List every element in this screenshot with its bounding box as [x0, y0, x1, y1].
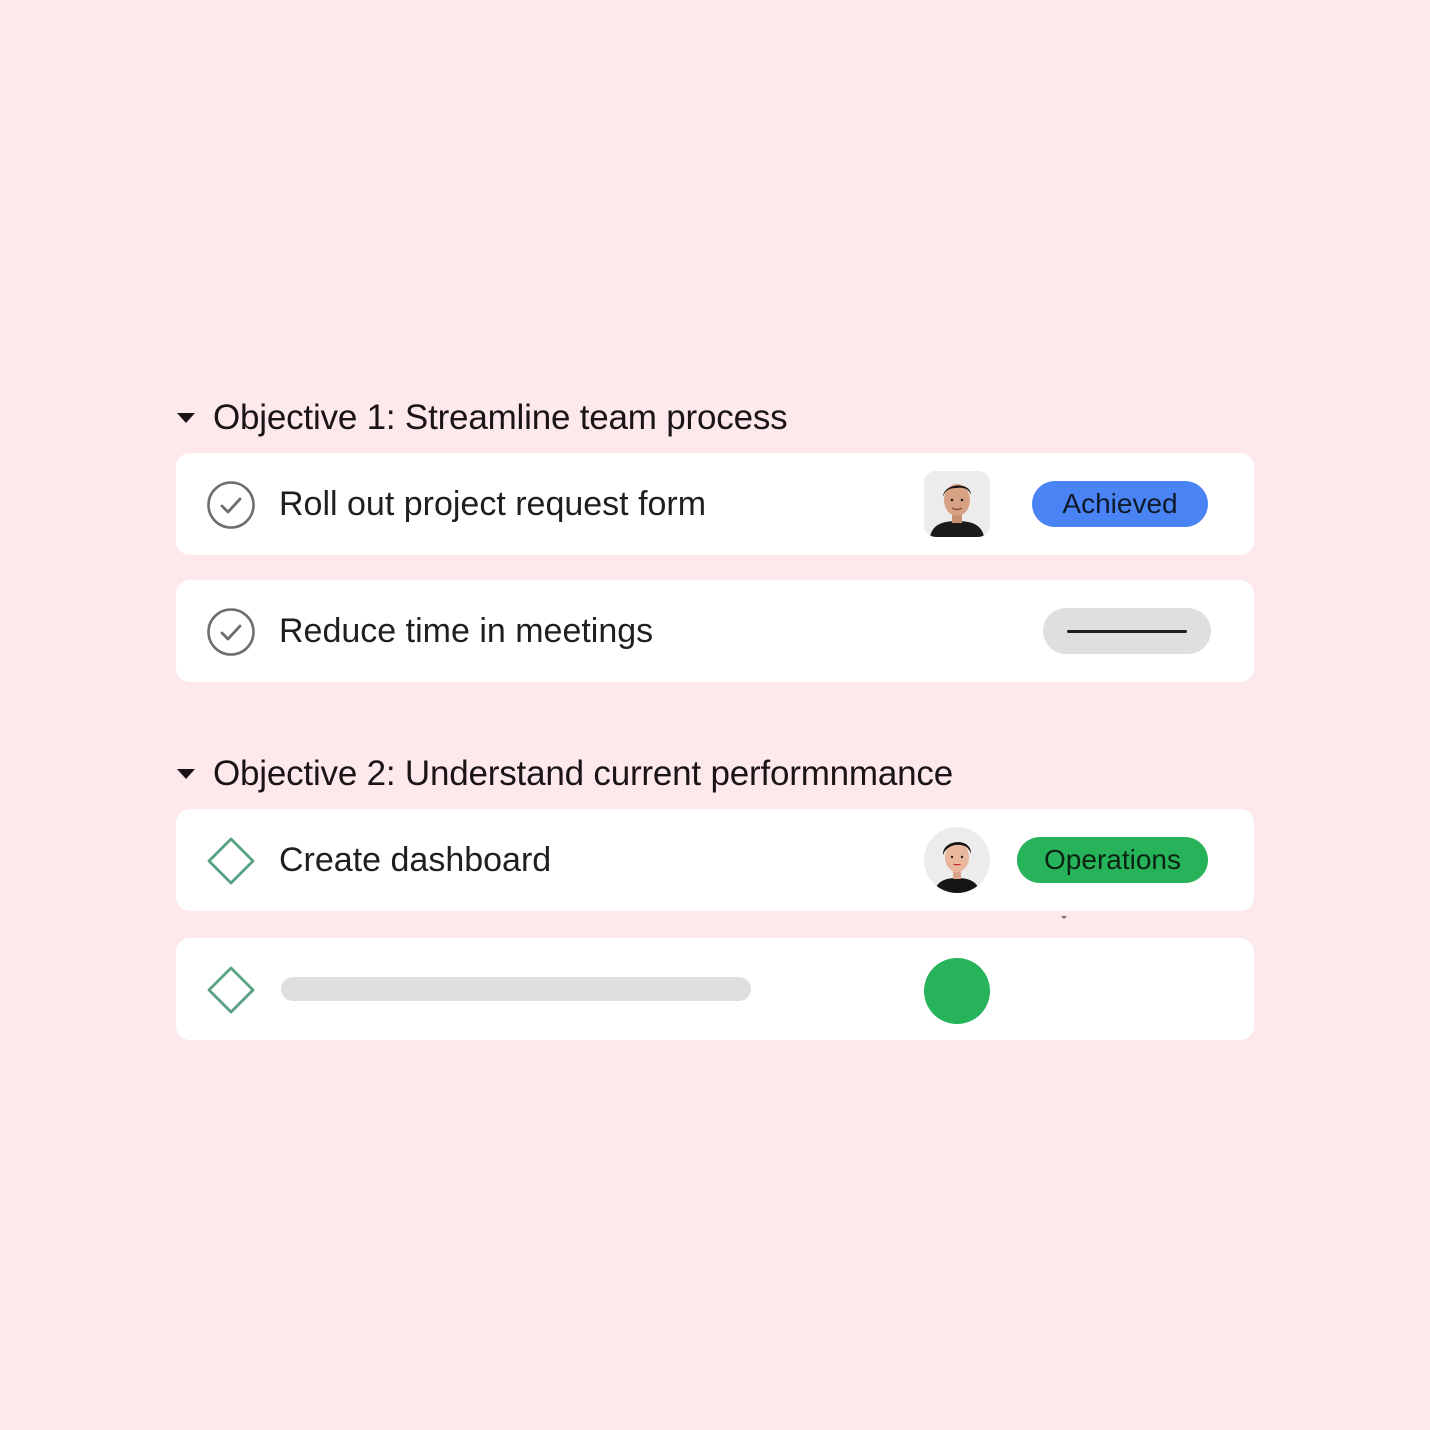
- caret-down-icon[interactable]: [177, 413, 195, 423]
- assignee-avatar[interactable]: [924, 827, 990, 893]
- key-result-row[interactable]: Roll out project request form Achieved: [176, 453, 1254, 555]
- male-avatar-icon: [924, 471, 990, 537]
- status-tag-empty[interactable]: [1043, 608, 1211, 654]
- dash-icon: [1067, 629, 1187, 633]
- diamond-icon[interactable]: [206, 965, 256, 1015]
- skeleton-title-placeholder: [281, 977, 751, 1001]
- objective-header[interactable]: Objective 1: Streamline team process: [176, 393, 1254, 443]
- objective-title: Objective 2: Understand current performn…: [213, 754, 953, 793]
- tag-label: Operations: [1044, 844, 1181, 875]
- objective-header[interactable]: Objective 2: Understand current performn…: [176, 749, 1254, 799]
- tag-label: Achieved: [1062, 488, 1178, 519]
- check-circle-icon[interactable]: [206, 607, 256, 657]
- objective-section-1: Objective 1: Streamline team process Rol…: [176, 393, 1254, 682]
- key-result-row[interactable]: Create dashboard Operations: [176, 809, 1254, 911]
- key-result-title[interactable]: Reduce time in meetings: [279, 580, 653, 682]
- key-result-row-loading[interactable]: [176, 938, 1254, 1040]
- assignee-avatar[interactable]: [924, 471, 990, 537]
- key-result-title[interactable]: Create dashboard: [279, 809, 551, 911]
- diamond-icon[interactable]: [206, 836, 256, 886]
- key-result-title[interactable]: Roll out project request form: [279, 453, 706, 555]
- check-circle-icon[interactable]: [206, 480, 256, 530]
- caret-down-icon: [1061, 916, 1067, 919]
- status-tag-achieved[interactable]: Achieved: [1032, 481, 1208, 527]
- green-dot-avatar-placeholder: [924, 958, 990, 1024]
- objective-section-2: Objective 2: Understand current performn…: [176, 749, 1254, 1040]
- objective-title: Objective 1: Streamline team process: [213, 398, 788, 437]
- female-avatar-icon: [924, 827, 990, 893]
- status-tag-operations[interactable]: Operations: [1017, 837, 1208, 883]
- key-result-row[interactable]: Reduce time in meetings: [176, 580, 1254, 682]
- caret-down-icon[interactable]: [177, 769, 195, 779]
